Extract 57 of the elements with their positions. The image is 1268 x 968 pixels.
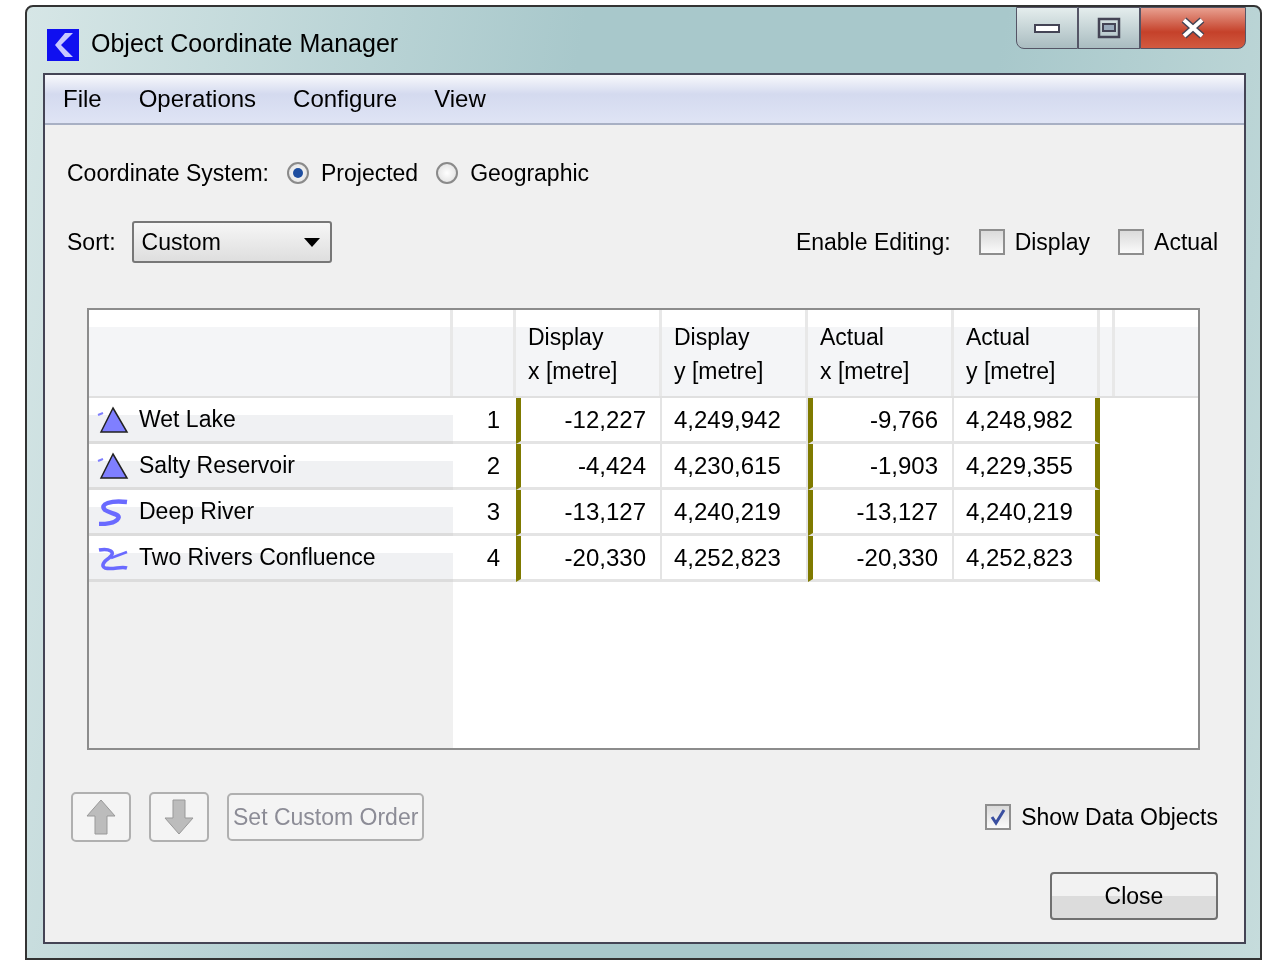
checkbox[interactable] xyxy=(978,229,1005,255)
coordinate-cell: 4,249,942 xyxy=(674,405,781,434)
caret-icon xyxy=(303,237,320,247)
menu-item[interactable]: File xyxy=(63,85,121,113)
object-name-cell: Salty Reservoir xyxy=(139,452,295,479)
row-number-cell: 1 xyxy=(486,405,500,434)
s-curve-icon xyxy=(97,497,129,526)
radio-button[interactable] xyxy=(287,162,309,184)
up-arrow-icon xyxy=(85,798,117,836)
maximize-button[interactable] xyxy=(1078,7,1140,49)
triangle-icon xyxy=(97,451,129,480)
minimize-icon xyxy=(1034,22,1060,34)
radio-label: Geographic xyxy=(470,159,590,187)
close-window-button[interactable] xyxy=(1140,7,1246,49)
coordinate-cell: 4,240,219 xyxy=(966,497,1073,526)
coordinate-cell: -13,127 xyxy=(856,497,938,526)
window-title: Object Coordinate Manager xyxy=(91,28,399,58)
coordinate-cell: -4,424 xyxy=(577,451,646,480)
menu-item[interactable]: View xyxy=(434,85,505,113)
coordinate-cell: -9,766 xyxy=(869,405,938,434)
object-name-cell: Wet Lake xyxy=(139,406,236,433)
coordinate-cell: -13,127 xyxy=(564,497,646,526)
coordinate-cell: 4,240,219 xyxy=(674,497,781,526)
maximize-icon xyxy=(1097,17,1121,39)
sort-dropdown[interactable]: Custom xyxy=(131,221,332,263)
row-number-cell: 2 xyxy=(486,451,500,480)
checkbox[interactable] xyxy=(985,804,1012,830)
row-number-cell: 3 xyxy=(486,497,500,526)
coordinate-cell: -12,227 xyxy=(564,405,646,434)
menu-item[interactable]: Operations xyxy=(138,85,276,113)
coordinate-cell: 4,252,823 xyxy=(674,543,781,572)
close-button[interactable]: Close xyxy=(1050,872,1218,920)
triangle-icon xyxy=(97,405,129,434)
object-name-cell: Deep River xyxy=(139,498,255,525)
coordinate-cell: 4,252,823 xyxy=(966,543,1073,572)
coordinate-system-label: Coordinate System: xyxy=(67,159,269,187)
app-logo-icon xyxy=(47,29,79,61)
checkbox-label: Show Data Objects xyxy=(1021,803,1218,831)
checkbox[interactable] xyxy=(1118,229,1145,255)
down-arrow-icon xyxy=(163,798,195,836)
row-number-cell: 4 xyxy=(486,543,500,572)
radio-label: Projected xyxy=(321,159,419,187)
checkbox-label: Actual xyxy=(1154,228,1218,256)
object-name-cell: Two Rivers Confluence xyxy=(139,544,376,571)
coordinate-cell: 4,248,982 xyxy=(966,405,1073,434)
coordinate-cell: -20,330 xyxy=(856,543,938,572)
minimize-button[interactable] xyxy=(1016,7,1078,49)
close-icon xyxy=(1180,17,1206,39)
coordinate-cell: 4,230,615 xyxy=(674,451,781,480)
coordinate-cell: -1,903 xyxy=(869,451,938,480)
coordinate-cell: 4,229,355 xyxy=(966,451,1073,480)
sort-label: Sort: xyxy=(67,228,116,256)
coordinate-cell: -20,330 xyxy=(564,543,646,572)
radio-button[interactable] xyxy=(436,162,459,184)
enable-editing-label: Enable Editing: xyxy=(795,228,951,256)
checkbox-label: Display xyxy=(1014,228,1091,256)
menu-item[interactable]: Configure xyxy=(293,85,417,113)
